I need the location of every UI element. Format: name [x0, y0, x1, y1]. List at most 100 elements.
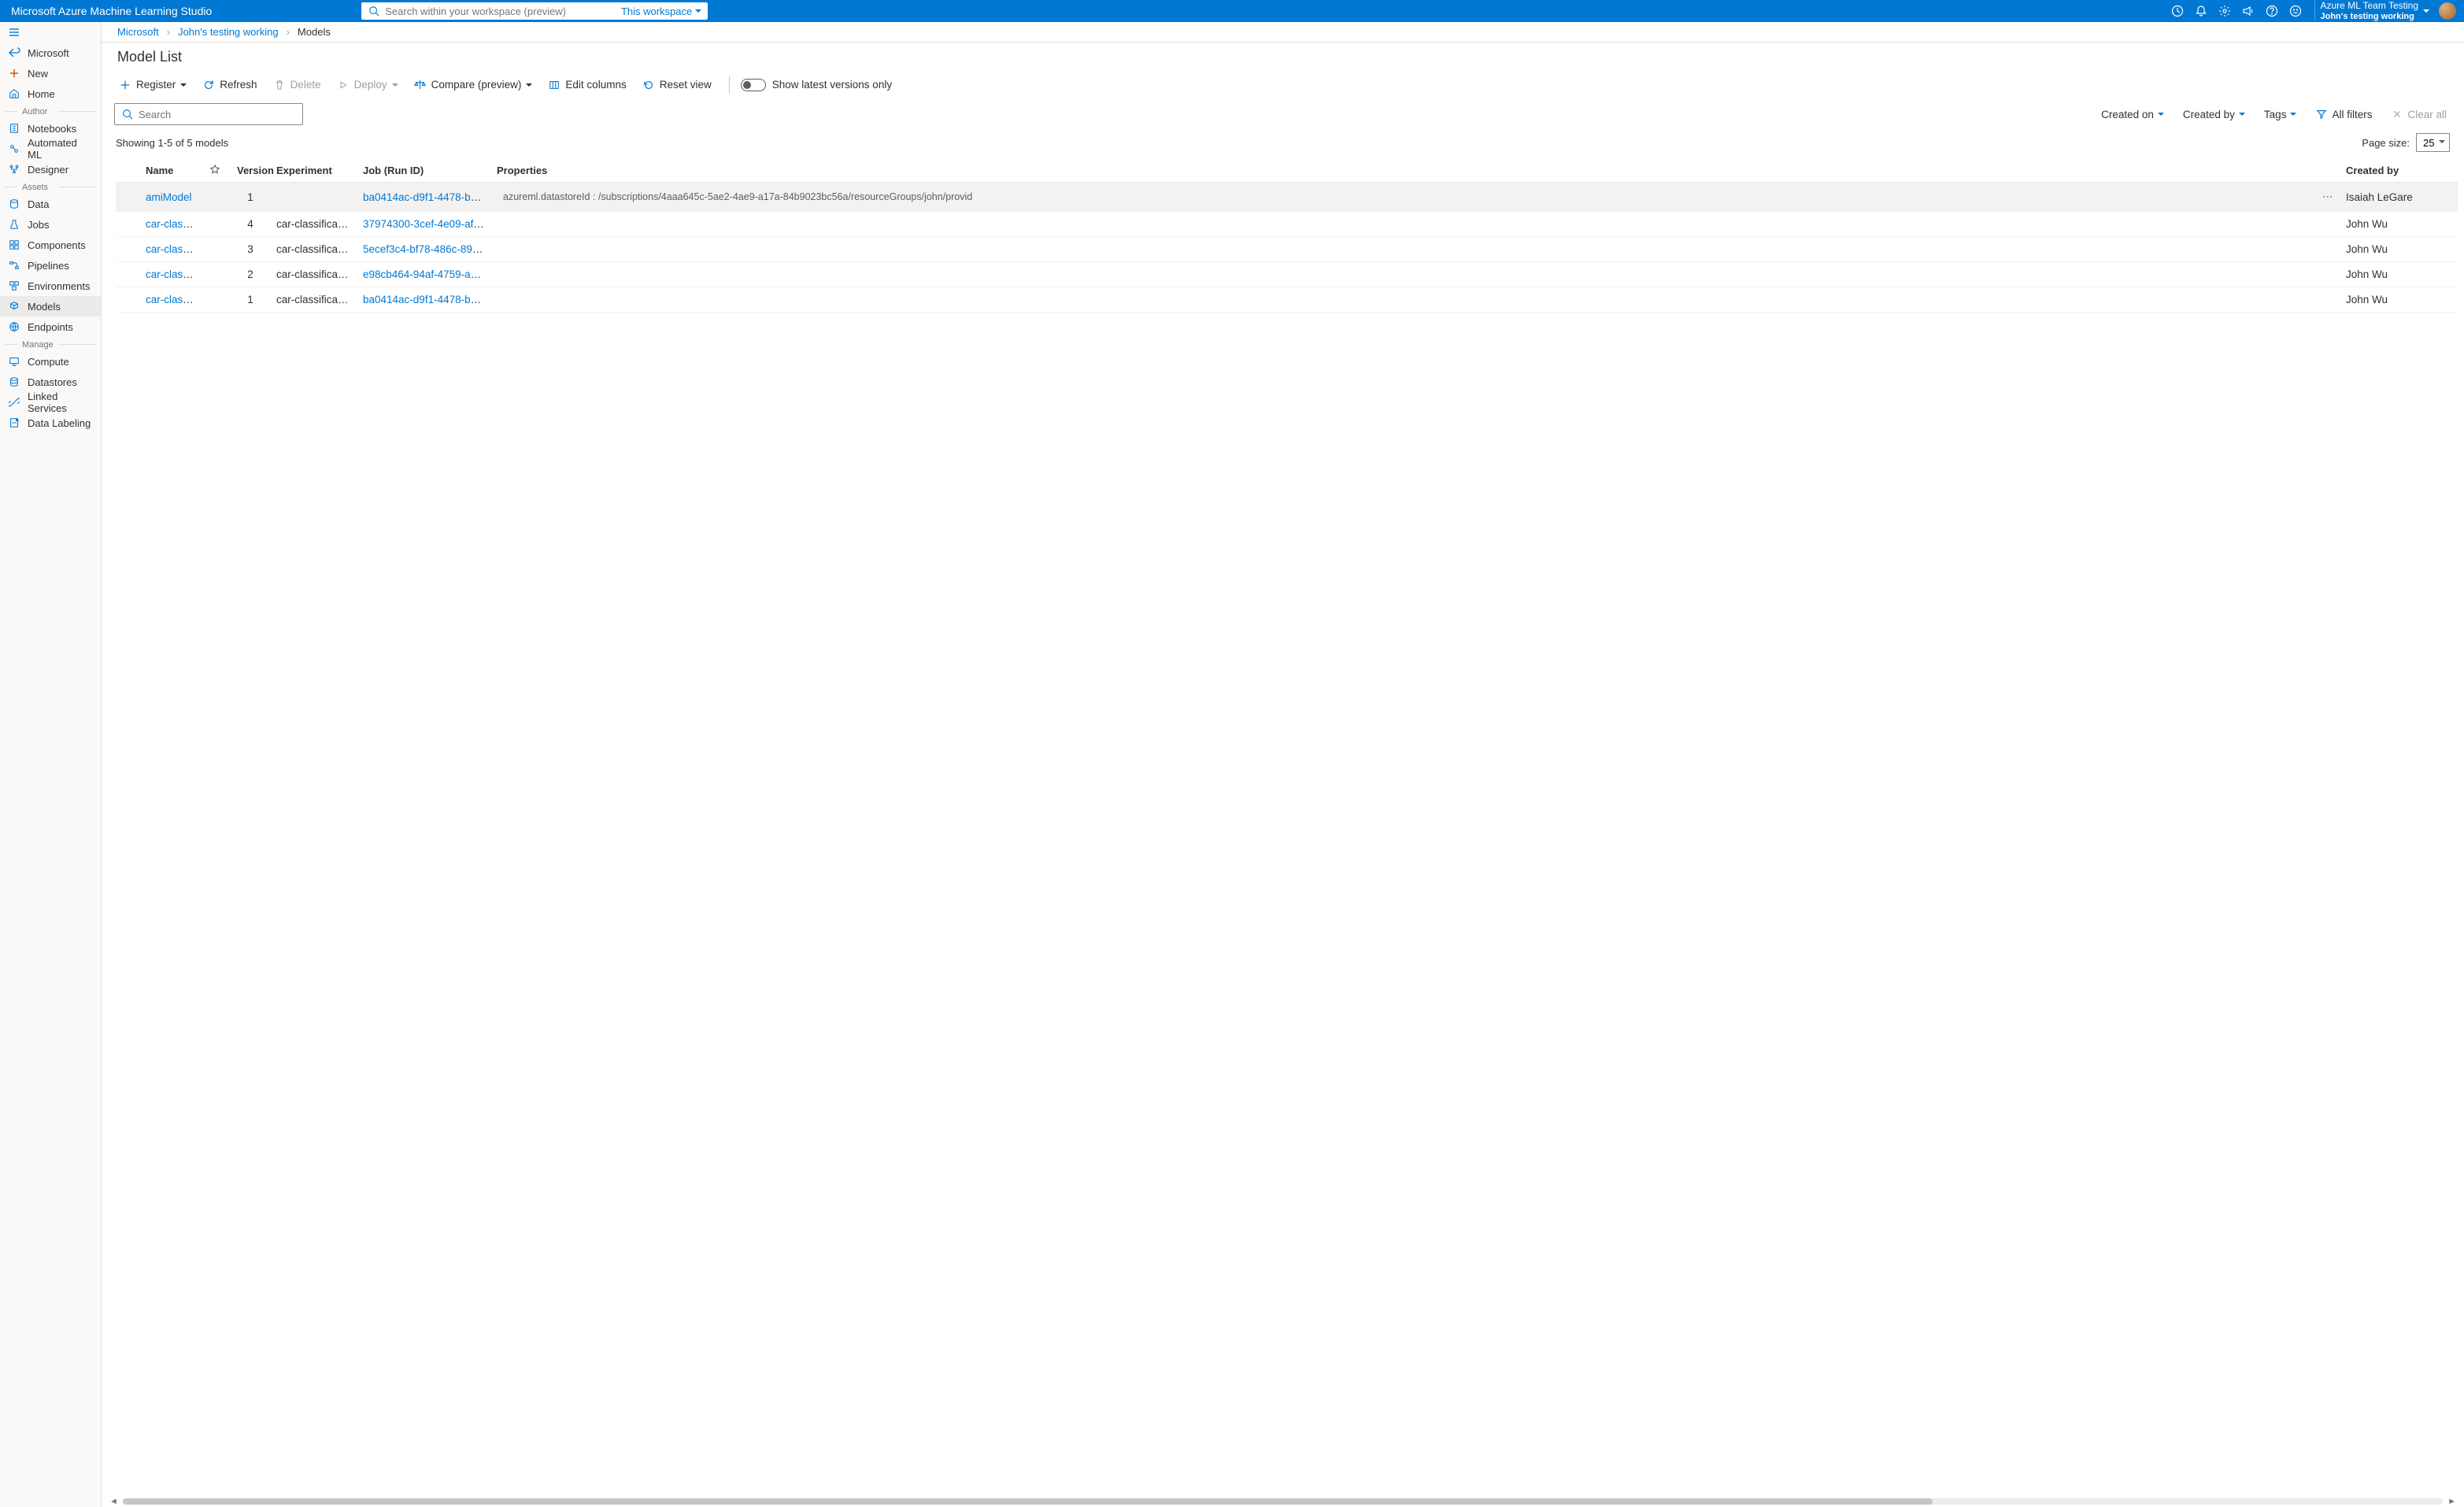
- sidebar-item-label: Environments: [28, 280, 90, 292]
- table-search[interactable]: [114, 103, 303, 125]
- notifications-icon[interactable]: [2195, 5, 2207, 17]
- search-scope-dropdown[interactable]: This workspace: [621, 6, 701, 17]
- announcements-icon[interactable]: [2242, 5, 2255, 17]
- hamburger-button[interactable]: [0, 22, 101, 43]
- all-filters-button[interactable]: All filters: [2310, 104, 2377, 124]
- table-row[interactable]: car-classi…3car-classification5ecef3c4-b…: [116, 237, 2458, 262]
- col-properties[interactable]: Properties: [490, 158, 2316, 183]
- recent-icon[interactable]: [2171, 5, 2184, 17]
- link-icon: [8, 396, 20, 409]
- show-latest-label: Show latest versions only: [772, 79, 892, 91]
- back-to-portal[interactable]: Microsoft: [0, 43, 101, 63]
- model-name-link[interactable]: amiModel: [146, 191, 192, 203]
- scroll-left-icon[interactable]: ◄: [109, 1497, 118, 1506]
- col-name[interactable]: Name: [139, 158, 202, 183]
- job-link[interactable]: e98cb464-94af-4759-a842-838…: [363, 268, 490, 280]
- sidebar-item-components[interactable]: Components: [0, 235, 101, 255]
- filter-created-on[interactable]: Created on: [2096, 104, 2169, 124]
- filter-tags[interactable]: Tags: [2259, 104, 2302, 124]
- feedback-icon[interactable]: [2289, 5, 2302, 17]
- delete-button[interactable]: Delete: [267, 74, 327, 96]
- refresh-button[interactable]: Refresh: [196, 74, 263, 96]
- job-link[interactable]: 5ecef3c4-bf78-486c-89cb-d78d…: [363, 243, 490, 255]
- filter-created-by[interactable]: Created by: [2178, 104, 2250, 124]
- back-icon: [8, 46, 20, 59]
- table-row[interactable]: car-classi…1car-classificationba0414ac-d…: [116, 287, 2458, 313]
- sidebar-item-environments[interactable]: Environments: [0, 276, 101, 296]
- table-row[interactable]: amiModel1ba0414ac-d9f1-4478-bda8-4d7…azu…: [116, 183, 2458, 212]
- clear-all-button[interactable]: Clear all: [2386, 104, 2451, 124]
- reset-view-button[interactable]: Reset view: [636, 74, 718, 96]
- register-button[interactable]: Register: [113, 74, 193, 96]
- breadcrumb-item[interactable]: Microsoft: [117, 26, 159, 38]
- page-size-select[interactable]: 25: [2416, 133, 2450, 152]
- col-experiment[interactable]: Experiment: [270, 158, 357, 183]
- sidebar-item-home[interactable]: Home: [0, 83, 101, 104]
- register-label: Register: [136, 79, 176, 91]
- sidebar-item-label: Automated ML: [28, 137, 93, 161]
- job-link[interactable]: 37974300-3cef-4e09-af1a-fced…: [363, 218, 490, 230]
- sidebar-item-new[interactable]: New: [0, 63, 101, 83]
- help-icon[interactable]: [2266, 5, 2278, 17]
- sidebar-item-pipelines[interactable]: Pipelines: [0, 255, 101, 276]
- scroll-thumb[interactable]: [123, 1498, 1933, 1505]
- show-latest-toggle[interactable]: [741, 79, 766, 91]
- sidebar-item-compute[interactable]: Compute: [0, 351, 101, 372]
- model-name-link[interactable]: car-classi…: [146, 294, 202, 305]
- search-icon: [121, 108, 134, 120]
- sidebar-item-label: Data: [28, 198, 49, 210]
- plus-icon: [119, 79, 131, 91]
- sidebar-item-data[interactable]: Data: [0, 194, 101, 214]
- table-search-input[interactable]: [139, 109, 296, 120]
- sidebar-item-jobs[interactable]: Jobs: [0, 214, 101, 235]
- model-name-link[interactable]: car-classi…: [146, 243, 202, 255]
- app-header: Microsoft Azure Machine Learning Studio …: [0, 0, 2464, 22]
- workspace-picker[interactable]: Azure ML Team Testing John's testing wor…: [2314, 1, 2456, 20]
- cell-experiment: car-classification: [276, 218, 355, 230]
- global-search[interactable]: This workspace: [361, 2, 708, 20]
- breadcrumb-item[interactable]: John's testing working: [178, 26, 279, 38]
- cell-created-by: John Wu: [2346, 268, 2388, 280]
- avatar[interactable]: [2439, 2, 2456, 20]
- refresh-icon: [202, 79, 215, 91]
- model-name-link[interactable]: car-classi…: [146, 268, 202, 280]
- star-icon: [209, 163, 221, 176]
- sidebar-item-label: Endpoints: [28, 321, 73, 333]
- sidebar-item-data-labeling[interactable]: Data Labeling: [0, 413, 101, 433]
- job-link[interactable]: ba0414ac-d9f1-4478-bda8-4d7…: [363, 294, 490, 305]
- compare-label: Compare (preview): [431, 79, 522, 91]
- sidebar-item-designer[interactable]: Designer: [0, 159, 101, 180]
- table-row[interactable]: car-classi… 4 car-classification 37974300-3…: [116, 212, 2458, 237]
- filter-bar: Created on Created by Tags All filters C…: [102, 98, 2464, 130]
- deploy-button[interactable]: Deploy: [331, 74, 405, 96]
- model-name-link[interactable]: car-classi…: [146, 218, 202, 230]
- sidebar-item-models[interactable]: Models: [0, 296, 101, 317]
- deploy-label: Deploy: [354, 79, 387, 91]
- toolbar-divider: [729, 76, 730, 94]
- sidebar-item-linked-services[interactable]: Linked Services: [0, 392, 101, 413]
- col-job[interactable]: Job (Run ID): [357, 158, 490, 183]
- cell-version: 4: [247, 218, 253, 230]
- cell-version: 3: [247, 243, 253, 255]
- compare-button[interactable]: Compare (preview): [408, 74, 539, 96]
- chevron-down-icon: [695, 9, 701, 16]
- sidebar-item-label: Home: [28, 88, 55, 100]
- sidebar-item-datastores[interactable]: Datastores: [0, 372, 101, 392]
- scroll-track[interactable]: [123, 1498, 2443, 1505]
- table-row[interactable]: car-classi…2car-classificatione98cb464-9…: [116, 262, 2458, 287]
- col-created-by[interactable]: Created by: [2340, 158, 2458, 183]
- settings-icon[interactable]: [2218, 5, 2231, 17]
- horizontal-scrollbar[interactable]: ◄ ►: [102, 1496, 2464, 1507]
- chevron-down-icon: [526, 83, 532, 90]
- job-link[interactable]: ba0414ac-d9f1-4478-bda8-4d7…: [363, 191, 490, 203]
- sidebar-item-automated-ml[interactable]: Automated ML: [0, 139, 101, 159]
- col-version[interactable]: Version: [231, 158, 270, 183]
- row-more-icon[interactable]: ⋯: [2322, 191, 2333, 202]
- scroll-right-icon[interactable]: ►: [2447, 1497, 2456, 1506]
- sidebar-item-endpoints[interactable]: Endpoints: [0, 317, 101, 337]
- global-search-input[interactable]: [385, 6, 616, 17]
- col-favorite[interactable]: [202, 158, 231, 183]
- edit-columns-button[interactable]: Edit columns: [542, 74, 632, 96]
- sidebar-item-notebooks[interactable]: Notebooks: [0, 118, 101, 139]
- model-icon: [8, 300, 20, 313]
